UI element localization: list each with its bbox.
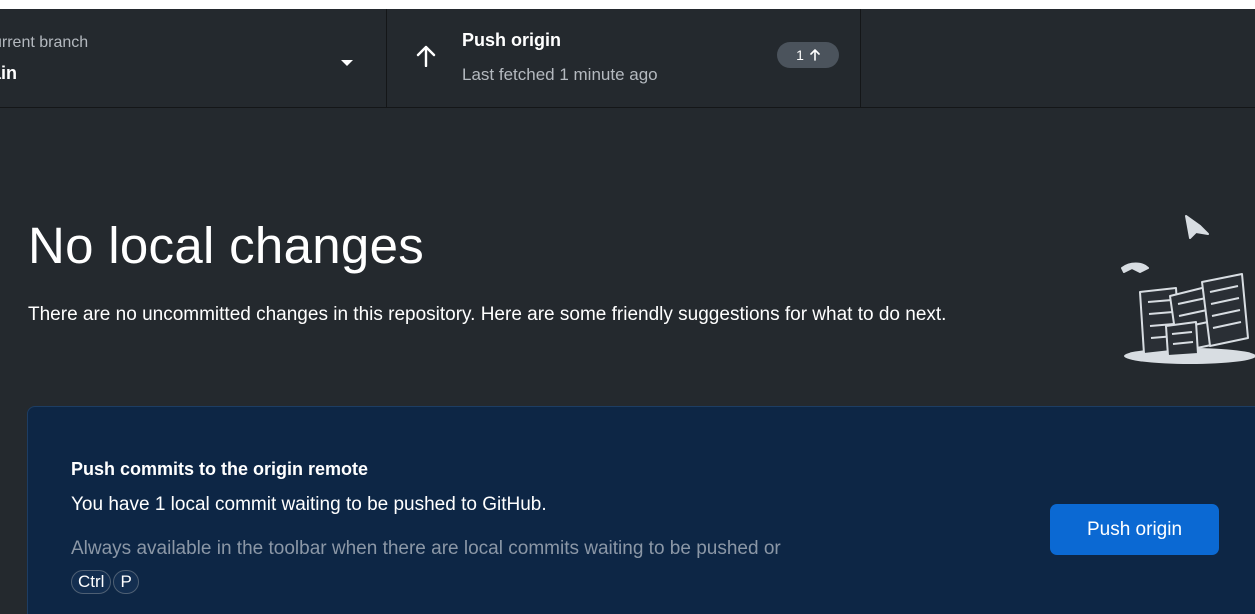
last-fetched-text: Last fetched 1 minute ago (462, 65, 658, 84)
suggestion-hint: Always available in the toolbar when the… (71, 532, 1021, 598)
toolbar: urrent branch ain Push origin Last fetch… (0, 9, 1255, 108)
kbd-ctrl: Ctrl (71, 569, 112, 594)
page-description: There are no uncommitted changes in this… (28, 304, 947, 325)
arrow-up-icon (416, 45, 436, 67)
push-suggestion-card: Push commits to the origin remote You ha… (27, 406, 1255, 614)
ahead-count-badge: 1 (777, 42, 839, 68)
window-top-edge (0, 0, 1255, 9)
app-window: urrent branch ain Push origin Last fetch… (0, 0, 1255, 614)
paper-stack-illustration (1121, 215, 1255, 364)
caret-down-icon (341, 60, 353, 66)
push-origin-toolbar-button[interactable]: Push origin Last fetched 1 minute ago 1 (387, 9, 861, 108)
current-branch-name: ain (0, 63, 18, 83)
suggestion-title: Push commits to the origin remote (71, 459, 369, 479)
push-origin-title: Push origin (462, 30, 561, 50)
suggestion-hint-text: Always available in the toolbar when the… (71, 538, 781, 559)
arrow-up-small-icon (810, 49, 820, 61)
ahead-count: 1 (796, 47, 804, 63)
page-title: No local changes (28, 217, 425, 274)
suggestion-description: You have 1 local commit waiting to be pu… (71, 494, 547, 515)
current-branch-button[interactable]: urrent branch ain (0, 9, 387, 108)
kbd-p: P (113, 569, 139, 594)
current-branch-label: urrent branch (0, 34, 89, 51)
push-origin-button[interactable]: Push origin (1050, 504, 1219, 555)
